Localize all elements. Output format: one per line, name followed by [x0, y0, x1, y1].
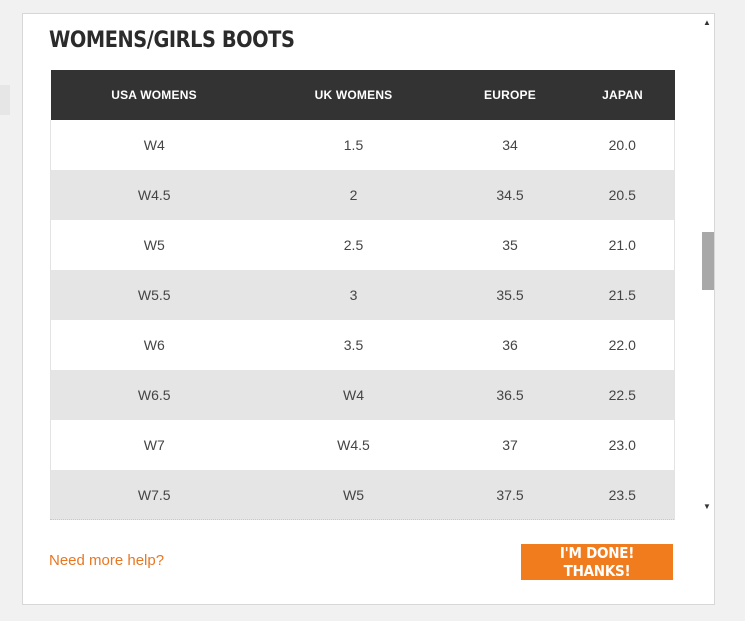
cell-usa: W6.5: [50, 370, 258, 420]
cell-europe: 35.5: [449, 270, 571, 320]
cell-europe: 36.5: [449, 370, 571, 420]
cell-usa: W7: [50, 420, 258, 470]
cell-usa: W5: [50, 220, 258, 270]
cell-japan: 20.0: [570, 120, 675, 170]
cell-usa: W7.5: [50, 470, 258, 520]
cell-uk: 3: [257, 270, 450, 320]
cell-europe: 37: [449, 420, 571, 470]
cell-europe: 34: [449, 120, 571, 170]
scroll-area-divider: [50, 519, 674, 520]
cell-japan: 22.5: [570, 370, 675, 420]
cell-uk: W4: [257, 370, 450, 420]
cell-japan: 23.0: [570, 420, 675, 470]
cell-usa: W5.5: [50, 270, 258, 320]
cell-uk: 2: [257, 170, 450, 220]
cell-japan: 21.5: [570, 270, 675, 320]
size-table: USA WOMENS UK WOMENS EUROPE JAPAN W4 1.5…: [50, 70, 675, 520]
cell-japan: 21.0: [570, 220, 675, 270]
modal-title: WOMENS/GIRLS BOOTS: [49, 28, 295, 53]
column-header-japan: JAPAN: [570, 70, 675, 120]
backdrop-shape: [0, 85, 10, 115]
cell-uk: W5: [257, 470, 450, 520]
cell-japan: 20.5: [570, 170, 675, 220]
cell-uk: 1.5: [257, 120, 450, 170]
column-header-usa-womens: USA WOMENS: [50, 70, 258, 120]
done-button[interactable]: I'M DONE! THANKS!: [521, 544, 673, 580]
cell-japan: 22.0: [570, 320, 675, 370]
table-row: W5.5 3 35.5 21.5: [50, 270, 675, 320]
table-row: W4.5 2 34.5 20.5: [50, 170, 675, 220]
cell-europe: 37.5: [449, 470, 571, 520]
cell-usa: W4: [50, 120, 258, 170]
table-row: W7.5 W5 37.5 23.5: [50, 470, 675, 520]
table-header-row: USA WOMENS UK WOMENS EUROPE JAPAN: [50, 70, 675, 120]
cell-uk: 2.5: [257, 220, 450, 270]
column-header-uk-womens: UK WOMENS: [257, 70, 450, 120]
scrollbar-thumb[interactable]: [702, 232, 714, 290]
table-row: W4 1.5 34 20.0: [50, 120, 675, 170]
scroll-up-arrow-icon[interactable]: ▲: [700, 16, 714, 30]
cell-usa: W6: [50, 320, 258, 370]
table-row: W6.5 W4 36.5 22.5: [50, 370, 675, 420]
size-chart-modal: WOMENS/GIRLS BOOTS USA WOMENS UK WOMENS …: [22, 13, 715, 605]
cell-europe: 36: [449, 320, 571, 370]
cell-uk: W4.5: [257, 420, 450, 470]
table-row: W6 3.5 36 22.0: [50, 320, 675, 370]
cell-uk: 3.5: [257, 320, 450, 370]
cell-europe: 35: [449, 220, 571, 270]
cell-usa: W4.5: [50, 170, 258, 220]
modal-scroll-area[interactable]: WOMENS/GIRLS BOOTS USA WOMENS UK WOMENS …: [23, 14, 699, 520]
table-row: W7 W4.5 37 23.0: [50, 420, 675, 470]
done-button-label: I'M DONE! THANKS!: [559, 544, 635, 580]
cell-europe: 34.5: [449, 170, 571, 220]
need-more-help-link[interactable]: Need more help?: [49, 552, 164, 569]
table-row: W5 2.5 35 21.0: [50, 220, 675, 270]
vertical-scrollbar[interactable]: ▲ ▼: [700, 16, 714, 516]
scroll-down-arrow-icon[interactable]: ▼: [700, 500, 714, 514]
column-header-europe: EUROPE: [449, 70, 571, 120]
cell-japan: 23.5: [570, 470, 675, 520]
